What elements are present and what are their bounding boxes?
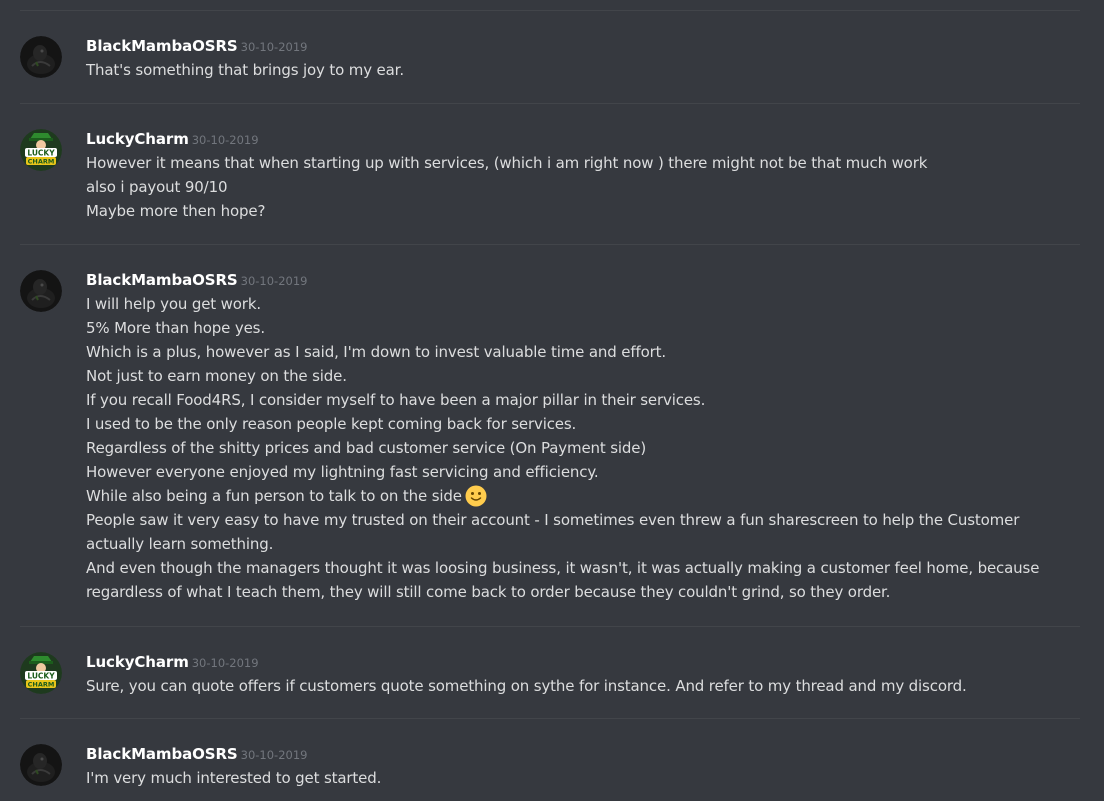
message-content: However it means that when starting up w…	[86, 151, 1046, 223]
avatar[interactable]: LUCKY CHARM	[20, 129, 62, 171]
message-divider	[20, 718, 1080, 719]
message-line: I used to be the only reason people kept…	[86, 415, 577, 433]
timestamp: 30-10-2019	[240, 748, 308, 762]
timestamp: 30-10-2019	[240, 40, 308, 54]
message-line-with-emoji: While also being a fun person to talk to…	[86, 484, 1046, 508]
timestamp: 30-10-2019	[191, 133, 259, 147]
message-header: BlackMambaOSRS 30-10-2019	[86, 36, 307, 58]
message-divider	[20, 103, 1080, 104]
blackmamba-avatar-icon	[20, 36, 62, 78]
message-line: And even though the managers thought it …	[86, 559, 1040, 577]
message-line: If you recall Food4RS, I consider myself…	[86, 391, 706, 409]
message-header: BlackMambaOSRS 30-10-2019	[86, 270, 307, 292]
username[interactable]: BlackMambaOSRS	[86, 745, 238, 763]
message-header: LuckyCharm 30-10-2019	[86, 129, 259, 151]
message-line-text: While also being a fun person to talk to…	[86, 487, 462, 505]
message-line: Regardless of the shitty prices and bad …	[86, 439, 647, 457]
message-line: Maybe more then hope?	[86, 202, 266, 220]
username[interactable]: LuckyCharm	[86, 130, 189, 148]
message-line: People saw it very easy to have my trust…	[86, 511, 1020, 529]
chat-messages: BlackMambaOSRS 30-10-2019 That's somethin…	[0, 0, 1104, 801]
message-content: Sure, you can quote offers if customers …	[86, 674, 1046, 698]
svg-text:CHARM: CHARM	[28, 158, 55, 166]
avatar[interactable]	[20, 270, 62, 312]
message-line: That's something that brings joy to my e…	[86, 61, 404, 79]
message-line: actually learn something.	[86, 535, 274, 553]
username[interactable]: BlackMambaOSRS	[86, 37, 238, 55]
svg-text:CHARM: CHARM	[28, 681, 55, 689]
message-content: I'm very much interested to get started.	[86, 766, 1046, 790]
message-line: regardless of what I teach them, they wi…	[86, 583, 891, 601]
message-content: That's something that brings joy to my e…	[86, 58, 1046, 82]
username[interactable]: BlackMambaOSRS	[86, 271, 238, 289]
luckycharm-avatar-icon: LUCKY CHARM	[20, 652, 62, 694]
message-line: 5% More than hope yes.	[86, 319, 265, 337]
message-line: I'm very much interested to get started.	[86, 769, 382, 787]
blackmamba-avatar-icon	[20, 744, 62, 786]
message-line: Sure, you can quote offers if customers …	[86, 677, 967, 695]
luckycharm-avatar-icon: LUCKY CHARM	[20, 129, 62, 171]
message-divider	[20, 626, 1080, 627]
svg-text:LUCKY: LUCKY	[27, 149, 55, 158]
slightly-smiling-face-icon[interactable]	[465, 485, 487, 507]
avatar[interactable]	[20, 36, 62, 78]
message-line: Which is a plus, however as I said, I'm …	[86, 343, 666, 361]
message-line: However it means that when starting up w…	[86, 154, 928, 172]
message-content: I will help you get work. 5% More than h…	[86, 292, 1046, 604]
avatar[interactable]	[20, 744, 62, 786]
message-line: Not just to earn money on the side.	[86, 367, 347, 385]
timestamp: 30-10-2019	[191, 656, 259, 670]
message-header: LuckyCharm 30-10-2019	[86, 652, 259, 674]
message-divider	[20, 244, 1080, 245]
message-line: also i payout 90/10	[86, 178, 228, 196]
avatar[interactable]: LUCKY CHARM	[20, 652, 62, 694]
message-line: However everyone enjoyed my lightning fa…	[86, 463, 599, 481]
message-header: BlackMambaOSRS 30-10-2019	[86, 744, 307, 766]
message-line: I will help you get work.	[86, 295, 261, 313]
svg-text:LUCKY: LUCKY	[27, 672, 55, 681]
timestamp: 30-10-2019	[240, 274, 308, 288]
message-divider	[20, 10, 1080, 11]
blackmamba-avatar-icon	[20, 270, 62, 312]
username[interactable]: LuckyCharm	[86, 653, 189, 671]
